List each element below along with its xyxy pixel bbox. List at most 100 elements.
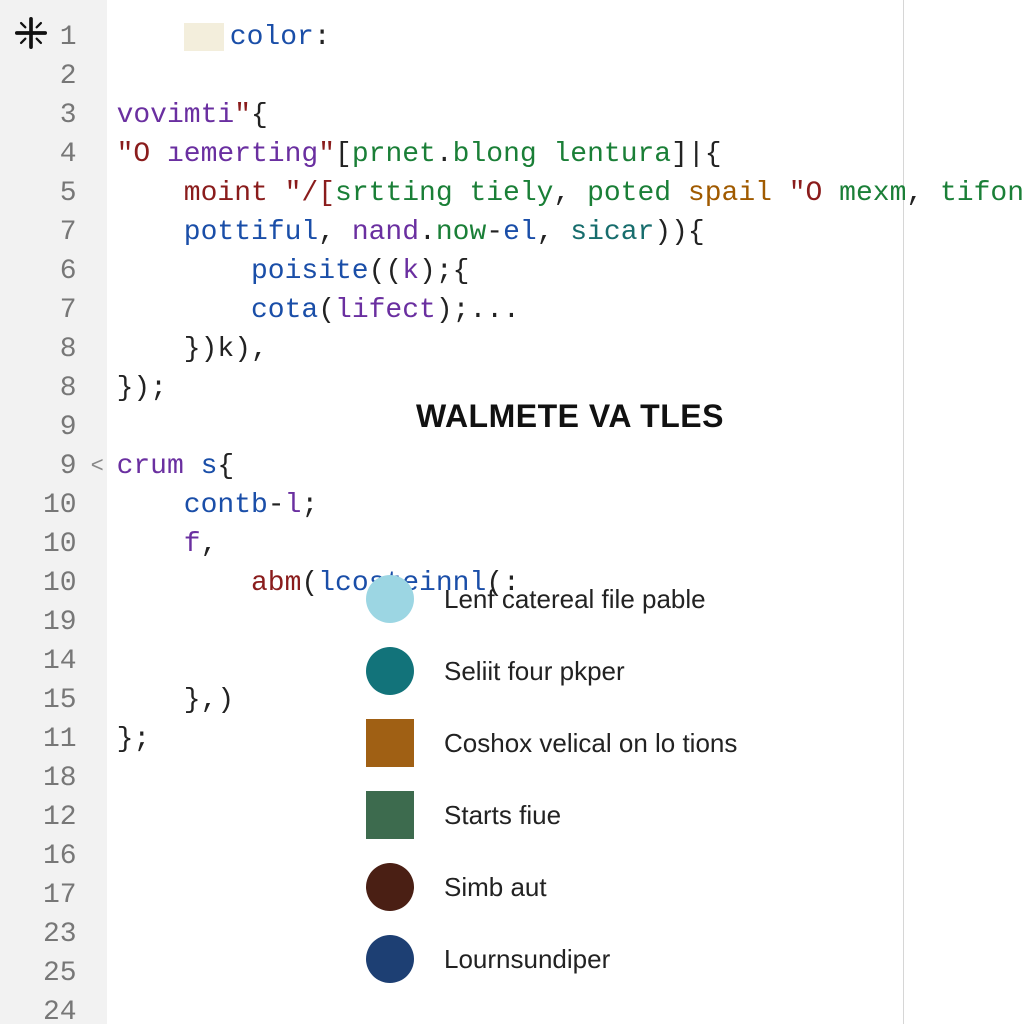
token: ]|{ bbox=[671, 139, 721, 170]
code-line[interactable]: })k), bbox=[117, 330, 1024, 369]
token: poisite bbox=[251, 256, 369, 287]
line-number: 25 bbox=[0, 954, 77, 993]
token: f bbox=[184, 529, 201, 560]
token: cota bbox=[251, 295, 318, 326]
token: . bbox=[419, 217, 436, 248]
token: })k), bbox=[184, 334, 268, 365]
token: , bbox=[318, 217, 352, 248]
token: "O bbox=[789, 178, 839, 209]
line-numbers: 1234576788991010101914151118121617232524… bbox=[0, 18, 107, 1024]
code-line[interactable]: poisite((k);{ bbox=[117, 252, 1024, 291]
token: spail bbox=[688, 178, 789, 209]
code-editor: 1234576788991010101914151118121617232524… bbox=[0, 0, 1024, 1024]
line-number: 4 bbox=[0, 135, 77, 174]
line-number: 8 bbox=[0, 330, 77, 369]
legend-label: Lournsundiper bbox=[444, 944, 610, 975]
token: { bbox=[217, 451, 234, 482]
line-number: 9 bbox=[0, 408, 77, 447]
code-line[interactable]: vovimti"{ bbox=[117, 96, 1024, 135]
editor-gutter: 1234576788991010101914151118121617232524… bbox=[0, 0, 107, 1024]
token: { bbox=[251, 100, 268, 131]
color-swatch bbox=[366, 863, 414, 911]
token: blong lentura bbox=[453, 139, 671, 170]
token: el bbox=[503, 217, 537, 248]
code-line[interactable]: "O ıemerting"[prnet.blong lentura]|{ bbox=[117, 135, 1024, 174]
token: poted bbox=[587, 178, 688, 209]
token: }; bbox=[117, 724, 151, 755]
legend-item[interactable]: Lournsundiper bbox=[366, 935, 986, 983]
token: " bbox=[234, 100, 251, 131]
code-line[interactable]: pottiful, nand.now-el, sicar)){ bbox=[117, 213, 1024, 252]
code-line[interactable] bbox=[117, 57, 1024, 96]
token: - bbox=[486, 217, 503, 248]
line-number: 7 bbox=[0, 213, 77, 252]
code-line[interactable]: cota(lifect);... bbox=[117, 291, 1024, 330]
overlay-title: WALMETE VA TLES bbox=[346, 398, 986, 435]
token: . bbox=[436, 139, 453, 170]
line-number: 16 bbox=[0, 837, 77, 876]
token: mexm bbox=[839, 178, 906, 209]
token: nand bbox=[352, 217, 419, 248]
line-number: 6 bbox=[0, 252, 77, 291]
code-line[interactable]: moint "/[srtting tiely, poted spail "O m… bbox=[117, 174, 1024, 213]
token: , bbox=[553, 178, 587, 209]
token: }); bbox=[117, 373, 167, 404]
color-swatch bbox=[366, 791, 414, 839]
legend-item[interactable]: Lenf catereal file pable bbox=[366, 575, 986, 623]
legend-list: Lenf catereal file pable Seliit four pkpe… bbox=[346, 575, 986, 983]
token: contb bbox=[184, 490, 268, 521]
line-number: 24 bbox=[0, 993, 77, 1024]
token: )){ bbox=[654, 217, 704, 248]
legend-label: Simb aut bbox=[444, 872, 547, 903]
token: ıemerting bbox=[167, 139, 318, 170]
legend-label: Coshox velical on lo tions bbox=[444, 728, 737, 759]
fold-chevron-icon[interactable]: < bbox=[91, 447, 104, 486]
cross-icon[interactable] bbox=[14, 16, 48, 50]
token: );... bbox=[436, 295, 520, 326]
line-number: 15 bbox=[0, 681, 77, 720]
line-number: 7 bbox=[0, 291, 77, 330]
code-line[interactable]: color: bbox=[117, 18, 1024, 57]
legend-overlay: WALMETE VA TLES Lenf catereal file pable… bbox=[346, 398, 986, 983]
token: moint bbox=[184, 178, 285, 209]
line-number: 10 bbox=[0, 564, 77, 603]
legend-item[interactable]: Simb aut bbox=[366, 863, 986, 911]
line-number: 18 bbox=[0, 759, 77, 798]
token: );{ bbox=[419, 256, 469, 287]
token: , bbox=[537, 217, 571, 248]
token: },) bbox=[184, 685, 234, 716]
line-number: 3 bbox=[0, 96, 77, 135]
token: tifon bbox=[940, 178, 1024, 209]
token: : bbox=[314, 22, 331, 53]
line-number: 2 bbox=[0, 57, 77, 96]
token: " bbox=[318, 139, 335, 170]
line-number: 11 bbox=[0, 720, 77, 759]
line-number: 10 bbox=[0, 525, 77, 564]
token: l bbox=[285, 490, 302, 521]
legend-label: Seliit four pkper bbox=[444, 656, 625, 687]
token: abm bbox=[251, 568, 301, 599]
token: , bbox=[906, 178, 940, 209]
legend-item[interactable]: Seliit four pkper bbox=[366, 647, 986, 695]
token: prnet bbox=[352, 139, 436, 170]
token: - bbox=[268, 490, 285, 521]
legend-item[interactable]: Starts fiue bbox=[366, 791, 986, 839]
code-line[interactable] bbox=[117, 993, 1024, 1024]
token: ( bbox=[318, 295, 335, 326]
line-number: 23 bbox=[0, 915, 77, 954]
token: srtting tiely bbox=[335, 178, 553, 209]
legend-item[interactable]: Coshox velical on lo tions bbox=[366, 719, 986, 767]
token: [ bbox=[335, 139, 352, 170]
line-number: 12 bbox=[0, 798, 77, 837]
color-swatch bbox=[366, 647, 414, 695]
token: vovimti bbox=[117, 100, 235, 131]
line-number: 8 bbox=[0, 369, 77, 408]
token: , bbox=[201, 529, 218, 560]
line-number: 14 bbox=[0, 642, 77, 681]
color-swatch bbox=[366, 719, 414, 767]
line-number: 10 bbox=[0, 486, 77, 525]
color-swatch bbox=[366, 935, 414, 983]
line-number: 5 bbox=[0, 174, 77, 213]
token: ( bbox=[301, 568, 318, 599]
legend-label: Lenf catereal file pable bbox=[444, 584, 706, 615]
